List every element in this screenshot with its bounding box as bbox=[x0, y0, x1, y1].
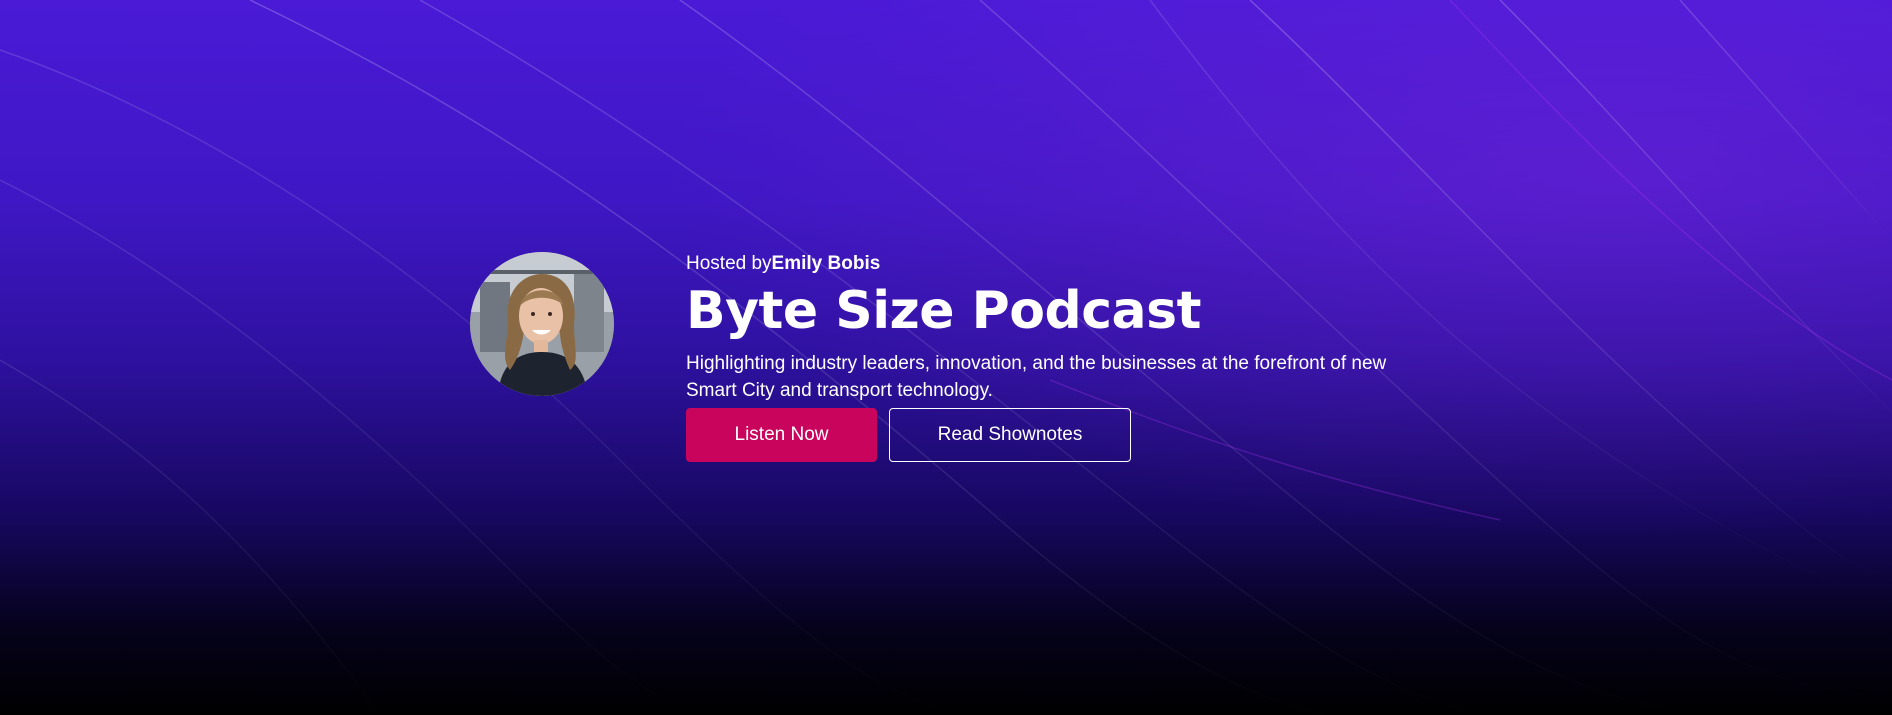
host-avatar bbox=[470, 252, 614, 396]
podcast-description: Highlighting industry leaders, innovatio… bbox=[686, 353, 1387, 401]
hosted-by-line: Hosted byEmily Bobis bbox=[686, 250, 1430, 278]
listen-now-button[interactable]: Listen Now bbox=[686, 408, 877, 462]
host-name: Emily Bobis bbox=[771, 253, 881, 274]
hero-actions: Listen Now Read Shownotes bbox=[686, 408, 1430, 462]
podcast-title: Byte Size Podcast bbox=[686, 281, 1201, 341]
hero-content: Hosted byEmily Bobis Byte Size Podcast H… bbox=[470, 250, 1430, 470]
podcast-hero: Hosted byEmily Bobis Byte Size Podcast H… bbox=[0, 0, 1892, 715]
read-shownotes-button[interactable]: Read Shownotes bbox=[889, 408, 1131, 462]
hero-text: Hosted byEmily Bobis Byte Size Podcast H… bbox=[686, 250, 1430, 462]
hosted-by-label: Hosted by bbox=[686, 253, 772, 274]
